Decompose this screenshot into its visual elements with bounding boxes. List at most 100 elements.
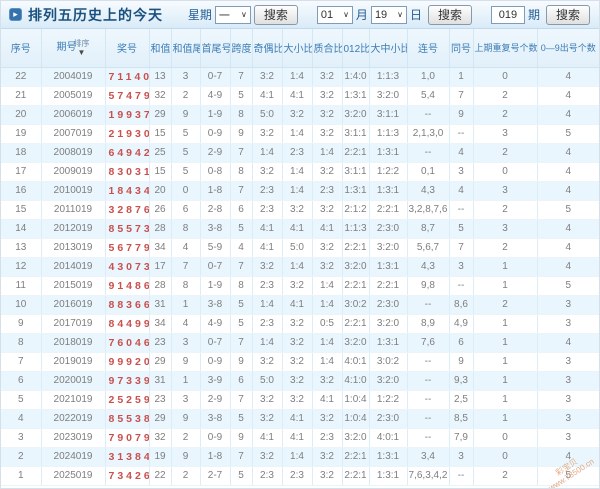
table-cell: 3 xyxy=(449,257,473,276)
table-cell: 3-9 xyxy=(200,371,230,390)
table-cell: 8 xyxy=(230,276,252,295)
table-row: 222004019711401330-773:21:43:21:4:01:1:3… xyxy=(1,67,599,86)
table-cell: 3 xyxy=(449,447,473,466)
issue-search-button[interactable]: 搜索 xyxy=(546,5,590,25)
table-cell: 3:2 xyxy=(282,105,312,124)
table-cell: 1:4:0 xyxy=(342,67,369,86)
table-cell: 5 xyxy=(230,86,252,105)
table-row: 62020019973393113-965:03:23:24:1:03:2:0-… xyxy=(1,371,599,390)
date-search-button[interactable]: 搜索 xyxy=(428,5,472,25)
table-cell: 8,7 xyxy=(407,219,449,238)
table-cell: 2 xyxy=(473,295,537,314)
table-cell: 1 xyxy=(473,314,537,333)
table-cell: 4 xyxy=(230,238,252,257)
table-cell: 0-9 xyxy=(200,124,230,143)
table-cell: 6 xyxy=(171,200,200,219)
table-cell: 1:2:2 xyxy=(369,390,407,409)
week-label: 星期 xyxy=(188,6,212,23)
table-cell: 5 xyxy=(171,162,200,181)
day-label: 日 xyxy=(410,6,422,23)
table-cell: 22 xyxy=(1,67,41,86)
table-cell: 14 xyxy=(1,219,41,238)
table-cell: 0-8 xyxy=(200,162,230,181)
search-controls: 星期 一 ∨ 搜索 01 ∨ 月 19 ∨ 日 搜索 xyxy=(185,5,593,25)
table-cell: 3 xyxy=(537,428,599,447)
table-cell: 5 xyxy=(230,466,252,485)
sort-label: 排序 xyxy=(74,39,90,48)
table-cell: 2:2:1 xyxy=(342,314,369,333)
table-cell: 3:2 xyxy=(282,314,312,333)
table-cell: 7 xyxy=(230,390,252,409)
page: ▸ 排列五历史上的今天 星期 一 ∨ 搜索 01 ∨ 月 19 ∨ 日 搜索 xyxy=(0,0,600,489)
table-cell: 1 xyxy=(1,466,41,485)
table-cell: 21930 xyxy=(105,124,149,143)
table-cell: 2:3:0 xyxy=(369,295,407,314)
table-cell: 3:2 xyxy=(282,352,312,371)
col-span: 跨度 xyxy=(230,29,252,67)
table-cell: 5 xyxy=(230,219,252,238)
table-cell: 4:1 xyxy=(252,428,282,447)
table-cell: 3:2 xyxy=(312,67,342,86)
table-cell: 2:2:1 xyxy=(342,447,369,466)
table-cell: 1 xyxy=(473,276,537,295)
table-cell: 0 xyxy=(473,428,537,447)
col-0-9-count: 0—9出号个数 xyxy=(537,29,599,67)
week-select[interactable]: 一 ∨ xyxy=(215,6,251,24)
table-cell: 0-9 xyxy=(200,352,230,371)
table-cell: 2014019 xyxy=(41,257,105,276)
table-cell: 5 xyxy=(230,314,252,333)
table-cell: 4 xyxy=(537,105,599,124)
table-cell: 2016019 xyxy=(41,295,105,314)
table-cell: 2005019 xyxy=(41,86,105,105)
table-header: 序号 期号 排序 ▼ 奖号 和值 和值尾 首尾号 跨度 奇偶比 大小比 xyxy=(1,29,599,67)
title-bar: ▸ 排列五历史上的今天 星期 一 ∨ 搜索 01 ∨ 月 19 ∨ 日 搜索 xyxy=(1,1,599,29)
table-cell: 2007019 xyxy=(41,124,105,143)
table-cell: 3:2 xyxy=(312,409,342,428)
issue-input[interactable] xyxy=(491,6,525,24)
table-cell: 1:4 xyxy=(252,143,282,162)
table-cell: -- xyxy=(407,105,449,124)
table-cell: 91486 xyxy=(105,276,149,295)
table-cell: 2:3 xyxy=(282,466,312,485)
table-cell: 25 xyxy=(149,143,171,162)
week-search-button[interactable]: 搜索 xyxy=(254,5,298,25)
page-title: 排列五历史上的今天 xyxy=(28,5,163,25)
date-group: 01 ∨ 月 19 ∨ 日 搜索 xyxy=(317,5,475,25)
table-cell: 2-9 xyxy=(200,143,230,162)
table-cell: 3:2 xyxy=(282,333,312,352)
table-cell: 3:2 xyxy=(312,466,342,485)
table-cell: 7,6,3,4,2 xyxy=(407,466,449,485)
table-cell: 20 xyxy=(149,181,171,200)
table-cell: 1:4 xyxy=(312,143,342,162)
table-cell: 3-8 xyxy=(200,295,230,314)
col-big-mid-small: 大中小比 xyxy=(369,29,407,67)
table-cell: 19 xyxy=(149,447,171,466)
table-cell: 1:2:2 xyxy=(369,162,407,181)
table-cell: 76046 xyxy=(105,333,149,352)
table-cell: 3:2:0 xyxy=(369,238,407,257)
table-cell: 2:3 xyxy=(252,200,282,219)
table-cell: 0,1 xyxy=(407,162,449,181)
table-cell: 9,8 xyxy=(407,276,449,295)
day-select[interactable]: 19 ∨ xyxy=(371,6,407,24)
table-cell: 2-9 xyxy=(200,390,230,409)
table-cell: 3:2 xyxy=(252,257,282,276)
table-cell: 5 xyxy=(1,390,41,409)
table-cell: 1:1:3 xyxy=(369,124,407,143)
table-cell: 0 xyxy=(473,67,537,86)
table-row: 132013019567793445-944:15:03:22:2:13:2:0… xyxy=(1,238,599,257)
table-cell: 3:1:1 xyxy=(342,124,369,143)
table-cell: 3:2 xyxy=(312,200,342,219)
table-cell: 5:0 xyxy=(252,105,282,124)
table-cell: -- xyxy=(407,409,449,428)
table-cell: 4,3 xyxy=(407,257,449,276)
table-cell: 71140 xyxy=(105,67,149,86)
table-cell: 29 xyxy=(149,409,171,428)
table-cell: 3:2 xyxy=(312,447,342,466)
month-select[interactable]: 01 ∨ xyxy=(317,6,353,24)
table-cell: 3:2:0 xyxy=(342,105,369,124)
sort-control[interactable]: 排序 ▼ xyxy=(74,39,90,57)
table-cell: 2023019 xyxy=(41,428,105,447)
table-cell: 3:2 xyxy=(282,200,312,219)
table-cell: 2020019 xyxy=(41,371,105,390)
